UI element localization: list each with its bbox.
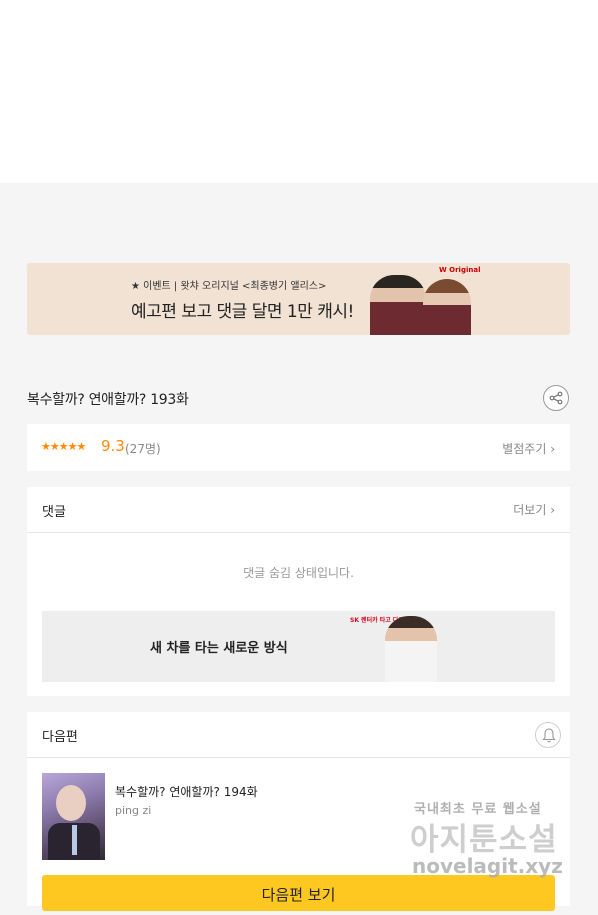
share-icon	[549, 391, 563, 405]
divider	[27, 757, 570, 758]
next-episode-thumbnail[interactable]	[42, 773, 105, 860]
episode-title: 복수할까? 연애할까? 193화	[27, 392, 189, 408]
rating-count: (27명)	[125, 442, 161, 456]
rate-button[interactable]: 별점주기 ›	[502, 440, 555, 457]
top-blank-area	[0, 0, 598, 183]
divider	[27, 532, 570, 533]
next-episode-title[interactable]: 복수할까? 연애할까? 194화	[115, 783, 258, 800]
comments-hidden-message: 댓글 숨김 상태입니다.	[243, 566, 354, 580]
comment-more-link[interactable]: 더보기 ›	[513, 501, 555, 518]
notify-button[interactable]	[535, 722, 561, 748]
banner-subtitle: ★ 이벤트 | 왓챠 오리지널 <최종병기 앨리스>	[131, 281, 327, 292]
comment-label: 댓글	[42, 505, 66, 520]
ad-banner[interactable]: 새 차를 타는 새로운 방식 SK 렌터카 타고 다이렉트	[42, 611, 555, 682]
share-button[interactable]	[543, 385, 569, 411]
banner-headline: 예고편 보고 댓글 달면 1만 캐시!	[131, 302, 354, 322]
next-episode-section: 다음편 복수할까? 연애할까? 194화 ping zi 다음편 보기	[27, 712, 570, 911]
comment-section: 댓글 더보기 › 댓글 숨김 상태입니다. 새 차를 타는 새로운 방식 SK …	[27, 487, 570, 696]
banner-logo: W Original	[439, 266, 481, 274]
banner-figure-female	[423, 279, 471, 335]
rating-card: ★★★★★ 9.3 (27명) 별점주기 ›	[27, 424, 570, 471]
banner-figure-male	[370, 275, 426, 335]
next-episode-author: ping zi	[115, 804, 152, 817]
bell-icon	[542, 728, 556, 743]
ad-person-figure	[385, 616, 437, 682]
rating-score: 9.3	[101, 437, 125, 455]
ad-text: 새 차를 타는 새로운 방식	[150, 641, 288, 656]
rating-stars: ★★★★★	[41, 440, 86, 453]
event-banner[interactable]: ★ 이벤트 | 왓챠 오리지널 <최종병기 앨리스> 예고편 보고 댓글 달면 …	[27, 263, 570, 335]
next-episode-label: 다음편	[42, 730, 78, 745]
